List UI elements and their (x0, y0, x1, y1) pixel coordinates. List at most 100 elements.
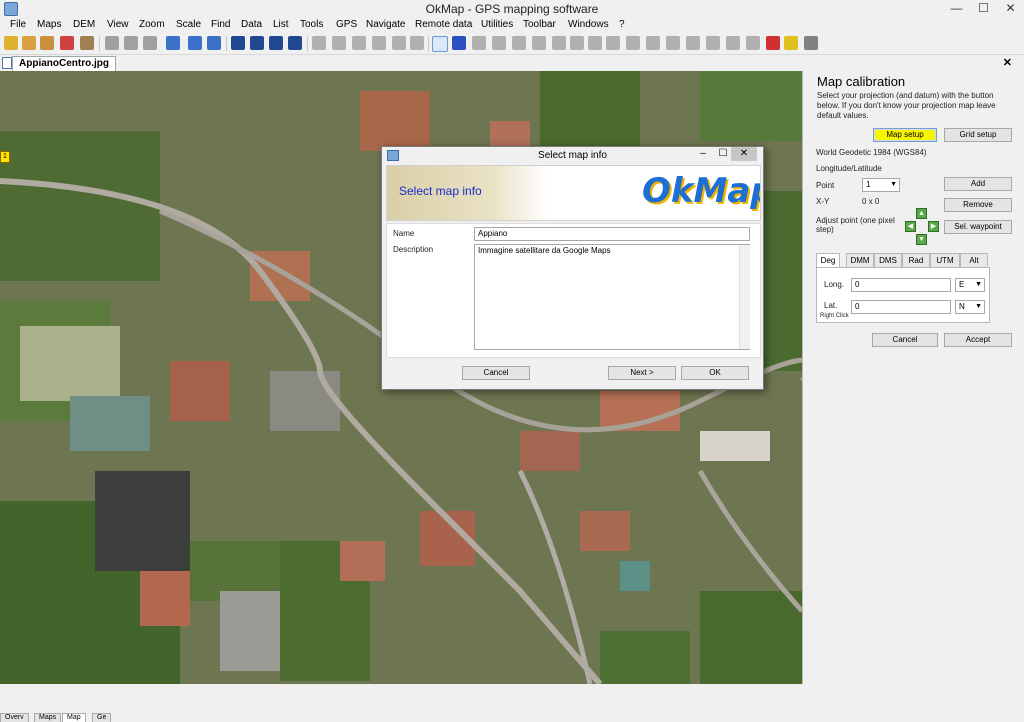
datum-label: World Geodetic 1984 (WGS84) (816, 148, 927, 157)
panel-title: Map calibration (817, 74, 906, 89)
menu-scale[interactable]: Scale (176, 18, 201, 31)
latitude-input[interactable]: 0 (851, 300, 951, 314)
menu-file[interactable]: File (10, 18, 26, 31)
menu-list[interactable]: List (273, 18, 289, 31)
zoom-actual-icon[interactable] (288, 36, 302, 50)
tool4-icon[interactable] (372, 36, 386, 50)
pointer-icon[interactable] (432, 36, 448, 52)
close-map-icon[interactable] (60, 36, 74, 50)
menu-zoom[interactable]: Zoom (139, 18, 165, 31)
minimize-button[interactable]: — (943, 0, 970, 17)
panel-cancel-button[interactable]: Cancel (872, 333, 938, 347)
window-title: OkMap - GPS mapping software (425, 2, 599, 16)
remove-button[interactable]: Remove (944, 198, 1012, 212)
description-textarea[interactable]: Immagine satellitare da Google Maps (474, 244, 750, 350)
tool7-icon[interactable] (472, 36, 486, 50)
tool12-icon[interactable] (570, 36, 584, 50)
menu-find[interactable]: Find (211, 18, 230, 31)
tab-alt[interactable]: Alt (960, 253, 988, 267)
find-icon[interactable] (207, 36, 221, 50)
tool2-icon[interactable] (332, 36, 346, 50)
description-scrollbar[interactable] (739, 245, 750, 349)
adjust-point-label: Adjust point (one pixel step) (816, 216, 895, 234)
menu-gps[interactable]: GPS (336, 18, 357, 31)
menu-utilities[interactable]: Utilities (481, 18, 513, 31)
tab-dms[interactable]: DMS (874, 253, 902, 267)
document-close-icon[interactable]: ✕ (1003, 56, 1012, 69)
dialog-close-button[interactable]: ✕ (731, 147, 757, 161)
latitude-direction-select[interactable]: N ▼ (955, 300, 985, 314)
menu-maps[interactable]: Maps (37, 18, 61, 31)
accept-button[interactable]: Accept (944, 333, 1012, 347)
grid-setup-button[interactable]: Grid setup (944, 128, 1012, 142)
calibration-point-marker[interactable]: 1 (0, 151, 10, 163)
menu-view[interactable]: View (107, 18, 129, 31)
dialog-cancel-button[interactable]: Cancel (462, 366, 530, 380)
gps-send-icon[interactable] (784, 36, 798, 50)
list-icon[interactable] (166, 36, 180, 50)
tool11-icon[interactable] (552, 36, 566, 50)
banner-text: Select map info (399, 184, 482, 198)
maximize-button[interactable]: ☐ (970, 0, 997, 17)
arrow-up-icon[interactable]: ▲ (916, 208, 927, 219)
menu-windows[interactable]: Windows (568, 18, 609, 31)
arrow-down-icon[interactable]: ▼ (916, 234, 927, 245)
tab-deg[interactable]: Deg (816, 253, 840, 268)
zoom-in-icon[interactable] (231, 36, 245, 50)
tab-dmm[interactable]: DMM (846, 253, 874, 267)
menu-toolbar[interactable]: Toolbar (523, 18, 556, 31)
add-button[interactable]: Add (944, 177, 1012, 191)
tool13-icon[interactable] (588, 36, 602, 50)
layer3-icon[interactable] (143, 36, 157, 50)
tool3-icon[interactable] (352, 36, 366, 50)
tab-appiano-centro[interactable]: AppianoCentro.jpg (12, 56, 116, 71)
dialog-next-button[interactable]: Next > (608, 366, 676, 380)
menu-remote-data[interactable]: Remote data (415, 18, 472, 31)
tool8-icon[interactable] (492, 36, 506, 50)
gps-receive-icon[interactable] (766, 36, 780, 50)
tab-utm[interactable]: UTM (930, 253, 960, 267)
settings-icon[interactable] (804, 36, 818, 50)
dialog-ok-button[interactable]: OK (681, 366, 749, 380)
arrow-right-icon[interactable]: ▶ (928, 221, 939, 232)
print-icon[interactable] (80, 36, 94, 50)
open-map-icon[interactable] (4, 36, 18, 50)
point-select[interactable]: 1 ▼ (862, 178, 900, 192)
tool10-icon[interactable] (532, 36, 546, 50)
tool1-icon[interactable] (312, 36, 326, 50)
menu-help[interactable]: ? (619, 18, 625, 31)
tool9-icon[interactable] (512, 36, 526, 50)
tab-rad[interactable]: Rad (902, 253, 930, 267)
select-waypoint-button[interactable]: Sel. waypoint (944, 220, 1012, 234)
tool20-icon[interactable] (726, 36, 740, 50)
crosshair-icon[interactable] (452, 36, 466, 50)
tool17-icon[interactable] (666, 36, 680, 50)
layer-icon[interactable] (105, 36, 119, 50)
tool18-icon[interactable] (686, 36, 700, 50)
map-setup-button[interactable]: Map setup (873, 128, 937, 142)
tool15-icon[interactable] (626, 36, 640, 50)
longitude-input[interactable]: 0 (851, 278, 951, 292)
xy-label: X-Y (816, 197, 830, 206)
tool14-icon[interactable] (606, 36, 620, 50)
longitude-direction-select[interactable]: E ▼ (955, 278, 985, 292)
menu-navigate[interactable]: Navigate (366, 18, 405, 31)
menu-data[interactable]: Data (241, 18, 262, 31)
open-file-icon[interactable] (22, 36, 36, 50)
layer2-icon[interactable] (124, 36, 138, 50)
tool6-icon[interactable] (410, 36, 424, 50)
tool16-icon[interactable] (646, 36, 660, 50)
zoom-out-icon[interactable] (250, 36, 264, 50)
zoom-fit-icon[interactable] (269, 36, 283, 50)
save-icon[interactable] (40, 36, 54, 50)
tool19-icon[interactable] (706, 36, 720, 50)
menu-tools[interactable]: Tools (300, 18, 323, 31)
dialog-footer: Cancel Next > OK (382, 359, 763, 389)
menu-dem[interactable]: DEM (73, 18, 95, 31)
tool21-icon[interactable] (746, 36, 760, 50)
close-button[interactable]: ✕ (997, 0, 1024, 17)
arrow-left-icon[interactable]: ◀ (905, 221, 916, 232)
search-icon[interactable] (188, 36, 202, 50)
tool5-icon[interactable] (392, 36, 406, 50)
name-input[interactable]: Appiano (474, 227, 750, 241)
